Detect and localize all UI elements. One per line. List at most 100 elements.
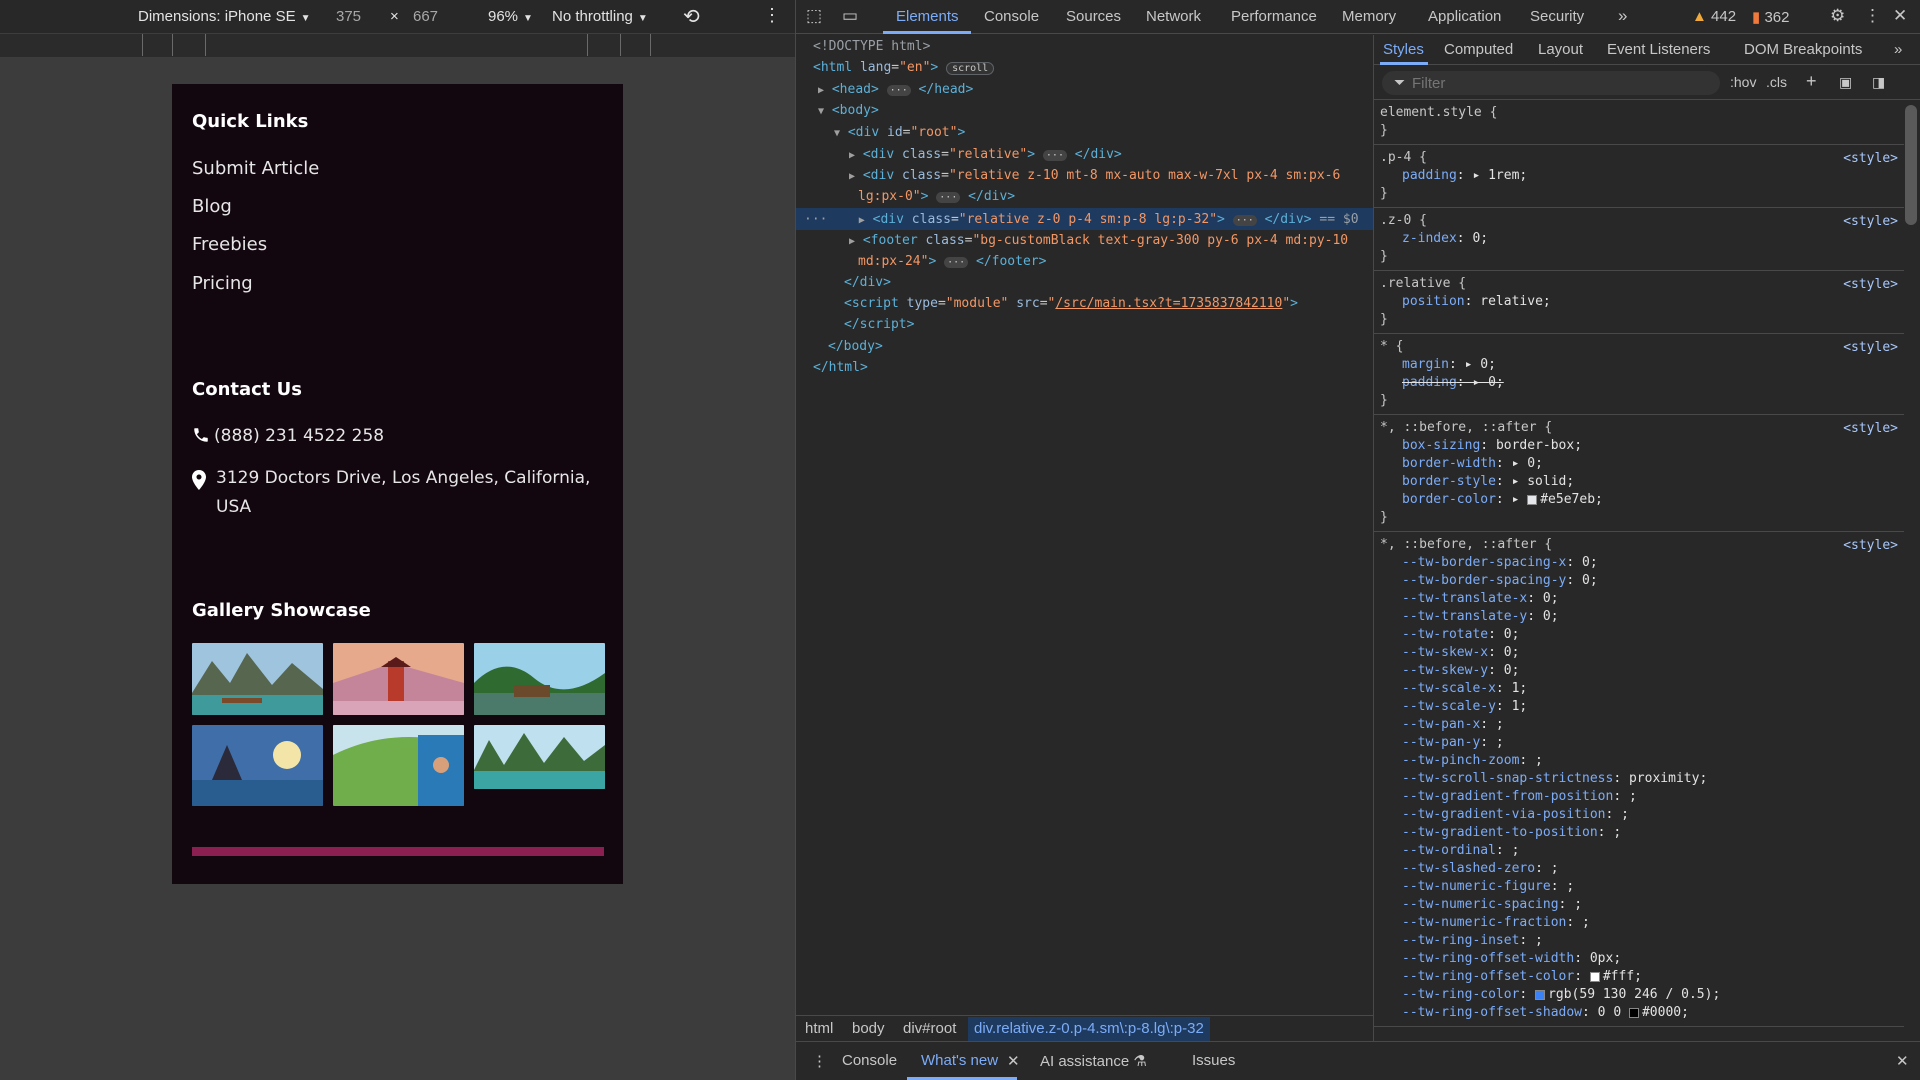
- rule-element-style[interactable]: element.style { }: [1374, 100, 1904, 145]
- footer-node-cont: md:px-24"> ··· </footer>: [858, 254, 1047, 269]
- rule-z-0[interactable]: .z-0 { <style> z-index: 0; }: [1374, 208, 1904, 271]
- active-tab-indicator: [883, 31, 971, 34]
- tab-application[interactable]: Application: [1428, 8, 1501, 25]
- rule-tw-vars[interactable]: *, ::before, ::after { <style> --tw-bord…: [1374, 532, 1904, 1027]
- add-rule-icon[interactable]: +: [1806, 71, 1817, 92]
- tab-computed[interactable]: Computed: [1444, 41, 1513, 58]
- warnings-counter[interactable]: ▲ 442: [1692, 8, 1736, 25]
- container-div-node[interactable]: ▶ <div class="relative z-10 mt-8 mx-auto…: [849, 166, 1340, 186]
- device-select[interactable]: Dimensions: iPhone SE ▼: [138, 8, 311, 25]
- inspect-element-icon[interactable]: ⬚: [806, 6, 822, 26]
- doctype-node[interactable]: <!DOCTYPE html>: [813, 37, 930, 57]
- tab-sources[interactable]: Sources: [1066, 8, 1121, 25]
- more-tabs-icon[interactable]: »: [1618, 6, 1627, 26]
- tab-memory[interactable]: Memory: [1342, 8, 1396, 25]
- device-label: Dimensions: iPhone SE: [138, 8, 296, 25]
- styles-scrollbar[interactable]: [1905, 105, 1917, 225]
- rule-source-link[interactable]: <style>: [1843, 277, 1898, 292]
- style-tab-bar: Styles Computed Layout Event Listeners D…: [1374, 35, 1920, 65]
- close-tab-icon[interactable]: ✕: [1007, 1052, 1020, 1070]
- sidebar-toggle-icon[interactable]: ◨: [1872, 74, 1885, 91]
- ruler-tick: [650, 34, 651, 56]
- tab-event-listeners[interactable]: Event Listeners: [1607, 41, 1710, 58]
- address-line-2: USA: [216, 497, 252, 517]
- tab-styles[interactable]: Styles: [1383, 41, 1424, 58]
- breadcrumb-body[interactable]: body: [852, 1020, 885, 1037]
- html-close: </html>: [813, 360, 868, 375]
- tab-elements[interactable]: Elements: [896, 8, 959, 25]
- gallery-image-4[interactable]: [192, 725, 323, 806]
- contact-phone[interactable]: (888) 231 4522 258: [192, 426, 384, 449]
- quick-link-blog[interactable]: Blog: [192, 196, 232, 217]
- drawer-tab-whats-new[interactable]: What's new: [921, 1052, 998, 1069]
- rule-source-link[interactable]: <style>: [1843, 538, 1898, 553]
- quick-link-pricing[interactable]: Pricing: [192, 273, 253, 294]
- close-drawer-icon[interactable]: ✕: [1896, 1052, 1909, 1070]
- cls-toggle[interactable]: .cls: [1766, 74, 1787, 90]
- breadcrumb: html body div#root div.relative.z-0.p-4.…: [796, 1015, 1373, 1041]
- body-close: </body>: [828, 339, 883, 354]
- tab-layout[interactable]: Layout: [1538, 41, 1583, 58]
- more-options-icon[interactable]: ⋮: [763, 5, 781, 26]
- drawer-tab-ai-assistance[interactable]: AI assistance ⚗: [1040, 1052, 1147, 1070]
- relative-div-node[interactable]: ▶ <div class="relative"> ··· </div>: [849, 145, 1122, 165]
- quick-links-title: Quick Links: [192, 111, 309, 132]
- tab-performance[interactable]: Performance: [1231, 8, 1317, 25]
- tab-console[interactable]: Console: [984, 8, 1039, 25]
- drawer-tab-issues[interactable]: Issues: [1192, 1052, 1235, 1069]
- elements-tree: <!DOCTYPE html> <html lang="en"> scroll …: [796, 35, 1373, 1014]
- styles-filter-input[interactable]: [1382, 71, 1720, 95]
- chevron-down-icon: ▼: [523, 13, 533, 24]
- active-style-tab-indicator: [1380, 62, 1428, 65]
- settings-gear-icon[interactable]: ⚙: [1830, 6, 1845, 26]
- phone-viewport: Quick Links Submit Article Blog Freebies…: [172, 84, 623, 884]
- tab-dom-breakpoints[interactable]: DOM Breakpoints: [1744, 41, 1862, 58]
- issue-flag-icon: ▮: [1752, 9, 1761, 26]
- script-node[interactable]: <script type="module" src="/src/main.tsx…: [844, 294, 1298, 314]
- gallery-image-3[interactable]: [474, 643, 605, 715]
- rule-relative[interactable]: .relative { <style> position: relative; …: [1374, 271, 1904, 334]
- breadcrumb-selected[interactable]: div.relative.z-0.p-4.sm\:p-8.lg\:p-32: [968, 1017, 1210, 1041]
- script-src-link[interactable]: /src/main.tsx?t=1735837842110: [1055, 296, 1282, 311]
- width-input[interactable]: 375: [336, 8, 361, 25]
- hov-toggle[interactable]: :hov: [1730, 74, 1756, 90]
- html-node[interactable]: <html lang="en"> scroll: [813, 58, 995, 78]
- rule-source-link[interactable]: <style>: [1843, 340, 1898, 355]
- drawer-menu-icon[interactable]: ⋮: [812, 1052, 827, 1070]
- quick-link-freebies[interactable]: Freebies: [192, 234, 267, 255]
- zoom-select[interactable]: 96% ▼: [488, 8, 533, 25]
- gallery-image-5[interactable]: [333, 725, 464, 806]
- paint-icon[interactable]: ▣: [1839, 74, 1852, 91]
- issues-counter[interactable]: ▮ 362: [1752, 8, 1789, 26]
- breadcrumb-html[interactable]: html: [805, 1020, 833, 1037]
- customize-menu-icon[interactable]: ⋮: [1864, 6, 1881, 26]
- gallery-image-6[interactable]: [474, 725, 605, 789]
- rotate-icon[interactable]: ⟲: [683, 4, 700, 29]
- tab-network[interactable]: Network: [1146, 8, 1201, 25]
- device-toggle-icon[interactable]: ▭: [842, 6, 858, 26]
- rule-p-4[interactable]: .p-4 { <style> padding: ▸ 1rem; }: [1374, 145, 1904, 208]
- rule-universal[interactable]: * { <style> margin: ▸ 0; padding: ▸ 0; }: [1374, 334, 1904, 415]
- tab-security[interactable]: Security: [1530, 8, 1584, 25]
- close-devtools-icon[interactable]: ✕: [1893, 6, 1907, 26]
- rule-source-link[interactable]: <style>: [1843, 214, 1898, 229]
- gallery-image-1[interactable]: [192, 643, 323, 715]
- quick-link-submit-article[interactable]: Submit Article: [192, 158, 319, 179]
- height-input[interactable]: 667: [413, 8, 438, 25]
- head-node[interactable]: ▶ <head> ··· </head>: [818, 80, 973, 100]
- footer-node[interactable]: ▶ <footer class="bg-customBlack text-gra…: [849, 231, 1348, 251]
- contact-title: Contact Us: [192, 379, 303, 400]
- gallery-image-2[interactable]: [333, 643, 464, 715]
- rule-source-link[interactable]: <style>: [1843, 421, 1898, 436]
- ruler-tick: [620, 34, 621, 56]
- selected-div-node[interactable]: ··· ▶ <div class="relative z-0 p-4 sm:p-…: [804, 210, 1359, 230]
- rule-before-after[interactable]: *, ::before, ::after { <style> box-sizin…: [1374, 415, 1904, 532]
- more-style-tabs-icon[interactable]: »: [1894, 41, 1902, 58]
- root-div-node[interactable]: ▼ <div id="root">: [834, 123, 965, 143]
- breadcrumb-root[interactable]: div#root: [903, 1020, 956, 1037]
- drawer-tab-console[interactable]: Console: [842, 1052, 897, 1069]
- body-node[interactable]: ▼ <body>: [818, 101, 879, 121]
- devtools-drawer: ⋮ Console What's new ✕ AI assistance ⚗ I…: [796, 1041, 1920, 1080]
- throttle-select[interactable]: No throttling ▼: [552, 8, 648, 25]
- rule-source-link[interactable]: <style>: [1843, 151, 1898, 166]
